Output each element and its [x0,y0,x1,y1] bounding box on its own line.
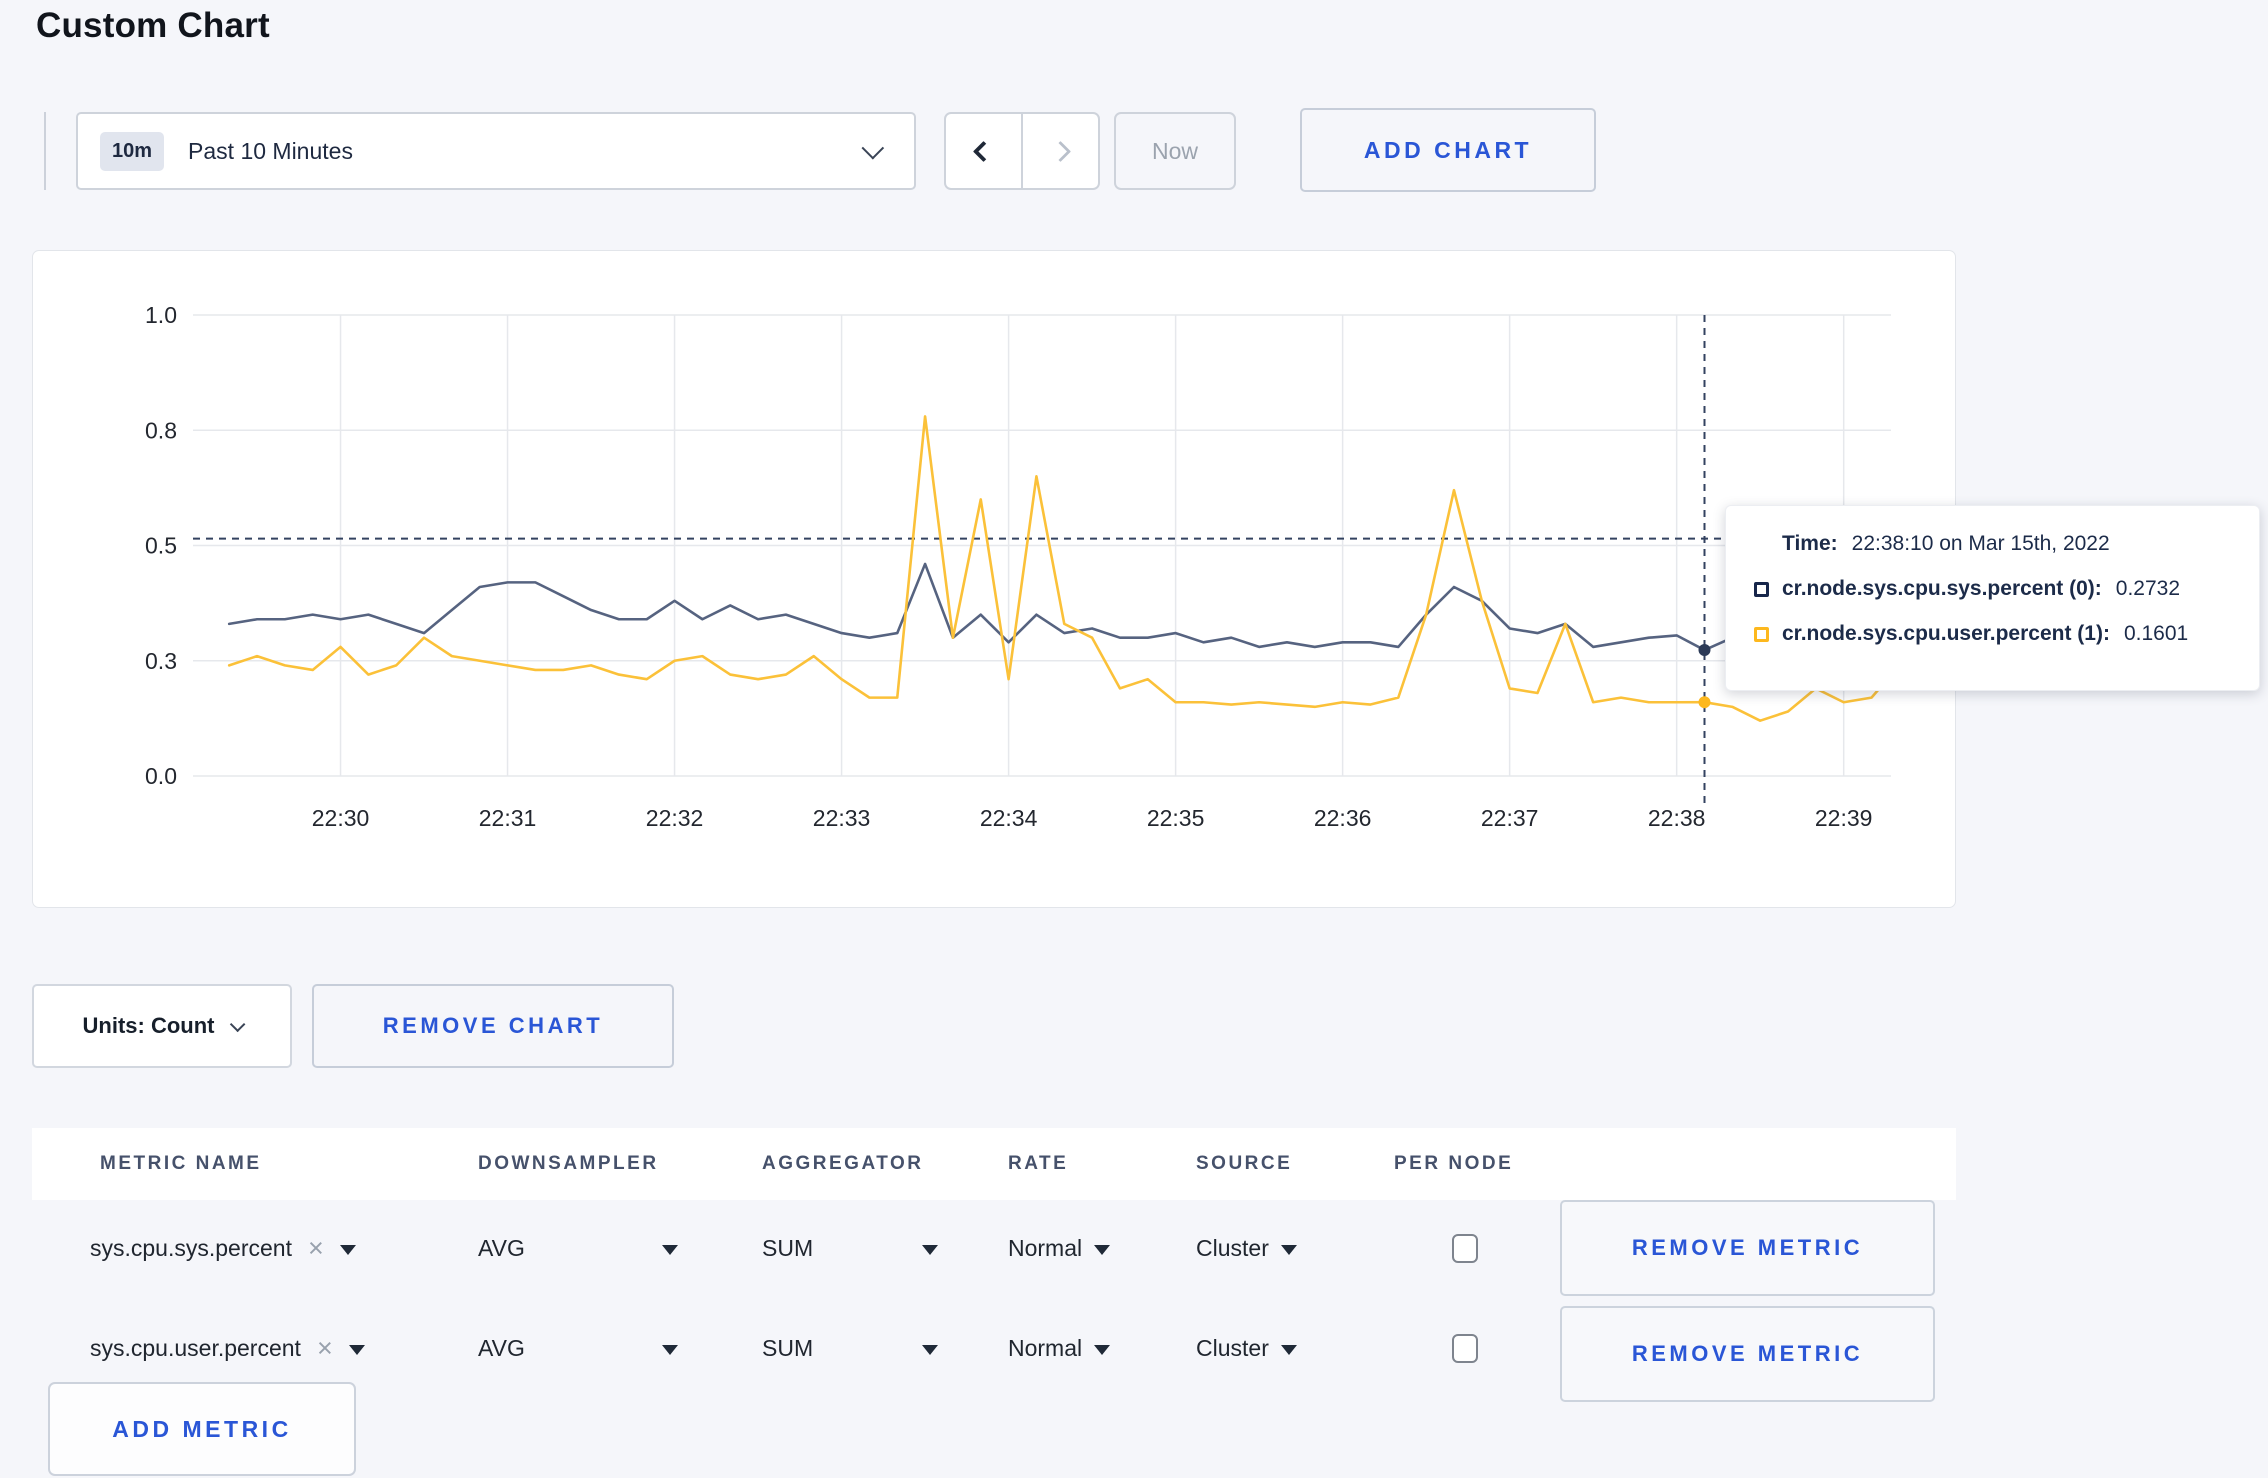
svg-text:22:36: 22:36 [1314,805,1372,831]
caret-down-icon [348,1345,365,1355]
time-pager [944,112,1100,190]
svg-text:0.0: 0.0 [145,763,177,789]
metrics-table-header: METRIC NAME DOWNSAMPLER AGGREGATOR RATE … [32,1128,1956,1200]
col-header-metric-name: METRIC NAME [100,1153,262,1174]
toolbar-left-divider [44,112,46,190]
svg-text:1.0: 1.0 [145,302,177,328]
caret-down-icon [1094,1345,1111,1355]
tooltip-series-value: 0.2732 [2115,577,2181,600]
tooltip-series-label: cr.node.sys.cpu.sys.percent (0): [1782,577,2102,600]
rate-value: Normal [1008,1234,1083,1261]
caret-down-icon [1094,1245,1111,1255]
aggregator-value: SUM [762,1334,814,1361]
col-header-downsampler: DOWNSAMPLER [478,1153,659,1174]
custom-chart-page: { "page": { "title": "Custom Chart" }, "… [0,0,2268,1478]
source-select[interactable]: Cluster [1196,1300,1297,1396]
remove-tag-x-icon[interactable]: × [317,1334,333,1362]
downsampler-select[interactable]: AVG [478,1200,678,1296]
chevron-left-icon [972,140,995,162]
sys-series-swatch-icon [1754,581,1769,597]
time-range-select[interactable]: 10m Past 10 Minutes [76,112,916,190]
downsampler-select[interactable]: AVG [478,1300,678,1396]
tooltip-series-row: cr.node.sys.cpu.sys.percent (0): 0.2732 [1754,577,2239,601]
svg-text:22:32: 22:32 [646,805,704,831]
chevron-down-icon [230,1016,246,1032]
metric-name-select[interactable]: sys.cpu.sys.percent × [90,1200,356,1296]
tooltip-time-row: Time: 22:38:10 on Mar 15th, 2022 [1754,532,2239,556]
tooltip-time-label: Time: [1782,532,1838,555]
svg-text:22:34: 22:34 [980,805,1038,831]
next-time-button[interactable] [1021,114,1098,188]
per-node-checkbox[interactable] [1452,1333,1478,1363]
svg-text:0.5: 0.5 [145,533,177,559]
col-header-per-node: PER NODE [1394,1153,1514,1174]
svg-text:0.3: 0.3 [145,648,177,674]
time-range-badge: 10m [100,131,165,171]
rate-value: Normal [1008,1334,1083,1361]
source-select[interactable]: Cluster [1196,1200,1297,1296]
caret-down-icon [339,1245,356,1255]
chevron-right-icon [1049,140,1072,162]
page-title: Custom Chart [36,6,270,45]
cpu-line-chart[interactable]: 0.0 0.3 0.5 0.8 1.0 22:30 22:31 22:32 22:33 22:34… [33,251,1955,907]
tooltip-series-row: cr.node.sys.cpu.user.percent (1): 0.1601 [1754,622,2239,646]
caret-down-icon [922,1345,938,1355]
aggregator-select[interactable]: SUM [762,1200,938,1296]
tooltip-series-value: 0.1601 [2123,622,2189,645]
svg-text:22:33: 22:33 [813,805,871,831]
per-node-checkbox[interactable] [1452,1233,1478,1263]
source-value: Cluster [1196,1234,1269,1261]
source-value: Cluster [1196,1334,1269,1361]
col-header-rate: RATE [1008,1153,1069,1174]
svg-text:22:35: 22:35 [1147,805,1205,831]
aggregator-select[interactable]: SUM [762,1300,938,1396]
metric-name: sys.cpu.user.percent [90,1334,301,1361]
svg-text:22:39: 22:39 [1815,805,1873,831]
remove-metric-button[interactable]: REMOVE METRIC [1560,1200,1935,1296]
metric-name: sys.cpu.sys.percent [90,1234,292,1261]
col-header-source: SOURCE [1196,1153,1293,1174]
now-button[interactable]: Now [1114,112,1236,190]
svg-text:22:38: 22:38 [1648,805,1706,831]
add-metric-button[interactable]: ADD METRIC [48,1382,356,1476]
user-series-swatch-icon [1754,626,1769,642]
svg-text:22:37: 22:37 [1481,805,1539,831]
units-label: Units: Count [82,1013,215,1038]
time-range-label: Past 10 Minutes [188,137,353,164]
remove-metric-button[interactable]: REMOVE METRIC [1560,1306,1935,1402]
svg-text:22:31: 22:31 [479,805,537,831]
remove-chart-button[interactable]: REMOVE CHART [312,984,674,1068]
rate-select[interactable]: Normal [1008,1200,1111,1296]
remove-tag-x-icon[interactable]: × [308,1234,324,1262]
caret-down-icon [662,1245,678,1255]
svg-text:0.8: 0.8 [145,417,177,443]
caret-down-icon [1280,1345,1297,1355]
tooltip-series-label: cr.node.sys.cpu.user.percent (1): [1782,622,2110,645]
svg-text:22:30: 22:30 [312,805,370,831]
downsampler-value: AVG [478,1334,525,1361]
aggregator-value: SUM [762,1234,814,1261]
col-header-aggregator: AGGREGATOR [762,1153,924,1174]
chart-tooltip: Time: 22:38:10 on Mar 15th, 2022 cr.node… [1725,505,2260,691]
downsampler-value: AVG [478,1234,525,1261]
rate-select[interactable]: Normal [1008,1300,1111,1396]
chevron-down-icon [861,136,885,160]
units-select[interactable]: Units: Count [32,984,292,1068]
caret-down-icon [1280,1245,1297,1255]
table-row: sys.cpu.sys.percent × AVG SUM Normal Clu… [32,1200,1956,1296]
caret-down-icon [662,1345,678,1355]
add-chart-button[interactable]: ADD CHART [1300,108,1596,192]
prev-time-button[interactable] [946,114,1021,188]
caret-down-icon [922,1245,938,1255]
chart-card: 0.0 0.3 0.5 0.8 1.0 22:30 22:31 22:32 22:33 22:34… [32,250,1956,908]
tooltip-time-value: 22:38:10 on Mar 15th, 2022 [1851,532,2110,555]
